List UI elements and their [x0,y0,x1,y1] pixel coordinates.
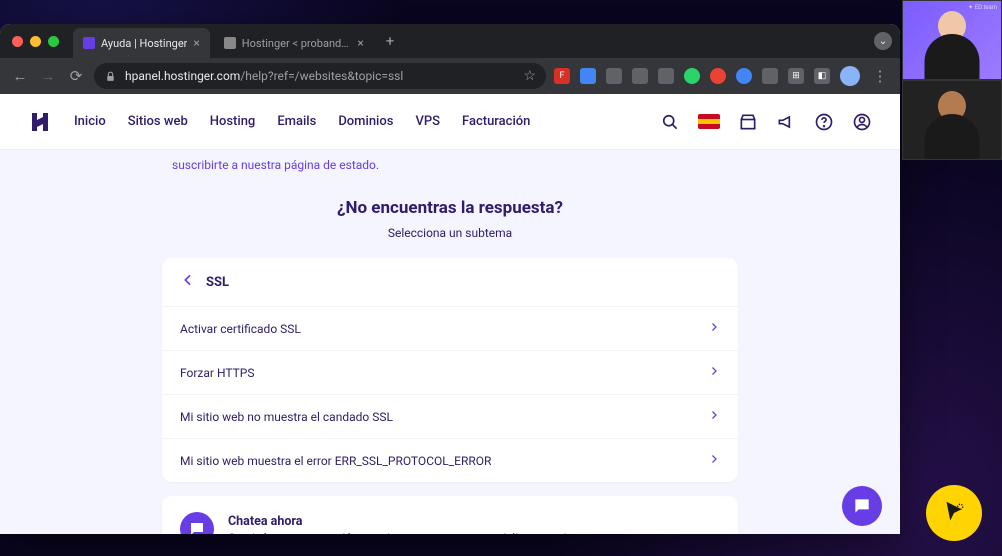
menu-icon[interactable]: ⋮ [870,67,890,85]
nav-inicio[interactable]: Inicio [74,114,106,129]
chat-subtitle: Continúa tu conversación anterior con nu… [228,531,578,535]
window-controls [12,36,59,47]
nav-vps[interactable]: VPS [415,114,440,129]
subtopic-label: Mi sitio web no muestra el candado SSL [180,410,393,424]
close-tab-icon[interactable]: × [357,36,363,50]
new-tab-button[interactable]: + [378,32,403,50]
reload-button[interactable]: ⟳ [66,67,86,85]
extension-icon[interactable]: F [554,68,570,84]
subtopic-item[interactable]: Mi sitio web muestra el error ERR_SSL_PR… [162,438,738,482]
extension-icon[interactable] [710,68,726,84]
page-content: Inicio Sitios web Hosting Emails Dominio… [0,94,900,534]
chat-icon [180,512,214,534]
favicon-icon [83,37,95,49]
subtopic-item[interactable]: Forzar HTTPS [162,350,738,394]
favicon-icon [224,37,236,49]
webcam-feed [902,80,1002,160]
nav-facturacion[interactable]: Facturación [462,114,530,129]
subtopic-label: Mi sitio web muestra el error ERR_SSL_PR… [180,454,491,468]
section-subtitle: Selecciona un subtema [24,226,876,240]
webcam-overlay: ✦ ED.team [902,0,1002,160]
nav-dominios[interactable]: Dominios [338,114,393,129]
chevron-right-icon [708,365,720,380]
subtopic-item[interactable]: Activar certificado SSL [162,306,738,350]
extension-icon[interactable] [580,68,596,84]
topic-card: SSL Activar certificado SSL Forzar HTTPS… [162,258,738,482]
section-title: ¿No encuentras la respuesta? [24,198,876,218]
address-bar: ← → ⟳ hpanel.hostinger.com/help?ref=/web… [0,58,900,94]
tab-active[interactable]: Ayuda | Hostinger × [73,28,210,58]
extension-icon[interactable] [632,68,648,84]
nav-sitios-web[interactable]: Sitios web [128,114,188,129]
url-text: hpanel.hostinger.com/help?ref=/websites&… [125,69,515,83]
chevron-right-icon [708,453,720,468]
site-header: Inicio Sitios web Hosting Emails Dominio… [0,94,900,150]
announcement-icon[interactable] [776,112,796,132]
back-arrow-icon[interactable] [180,272,196,292]
account-icon[interactable] [852,112,872,132]
status-page-link[interactable]: suscribirte a nuestra página de estado. [172,158,876,172]
nav-hosting[interactable]: Hosting [210,114,256,129]
maximize-window-icon[interactable] [48,36,59,47]
chat-title: Chatea ahora [228,514,578,529]
close-window-icon[interactable] [12,36,23,47]
forward-button[interactable]: → [38,67,58,85]
tab-title: Ayuda | Hostinger [101,37,187,50]
bookmark-icon[interactable]: ☆ [523,68,536,84]
chat-card[interactable]: Chatea ahora Continúa tu conversación an… [162,496,738,534]
store-icon[interactable] [738,112,758,132]
webcam-logo-icon: ✦ ED.team [968,4,997,11]
extension-icon[interactable] [684,68,700,84]
hostinger-logo-icon[interactable] [28,110,52,134]
search-icon[interactable] [660,112,680,132]
nav-emails[interactable]: Emails [277,114,316,129]
subtopic-label: Activar certificado SSL [180,322,301,336]
subtopic-item[interactable]: Mi sitio web no muestra el candado SSL [162,394,738,438]
cursor-badge-icon [926,485,982,541]
language-flag-icon[interactable] [698,114,720,129]
tab-title: Hostinger < probandoelplann [242,37,352,50]
chevron-right-icon [708,321,720,336]
side-panel-icon[interactable]: ◧ [814,68,830,84]
extension-icon[interactable] [606,68,622,84]
tab-inactive[interactable]: Hostinger < probandoelplann × [214,28,374,58]
person-icon [925,34,980,80]
extensions-menu-icon[interactable]: ⊞ [788,68,804,84]
tabs-menu-icon[interactable]: ⌄ [874,32,892,50]
extension-icon[interactable] [658,68,674,84]
extension-icon[interactable] [762,68,778,84]
tab-bar: Ayuda | Hostinger × Hostinger < probando… [0,24,900,58]
minimize-window-icon[interactable] [30,36,41,47]
profile-avatar[interactable] [840,66,860,86]
topic-header: SSL [162,258,738,306]
extensions-area: F ⊞ ◧ ⋮ [554,66,890,86]
topic-name: SSL [206,275,229,290]
close-tab-icon[interactable]: × [193,36,199,50]
site-info-icon[interactable] [104,70,117,83]
webcam-feed: ✦ ED.team [902,0,1002,80]
subtopic-label: Forzar HTTPS [180,366,254,380]
extension-icon[interactable] [736,68,752,84]
help-icon[interactable] [814,112,834,132]
chevron-right-icon [708,409,720,424]
browser-window: Ayuda | Hostinger × Hostinger < probando… [0,24,900,534]
intercom-launcher[interactable] [842,486,882,526]
person-icon [925,114,980,160]
url-input[interactable]: hpanel.hostinger.com/help?ref=/websites&… [94,63,546,89]
back-button[interactable]: ← [10,67,30,85]
